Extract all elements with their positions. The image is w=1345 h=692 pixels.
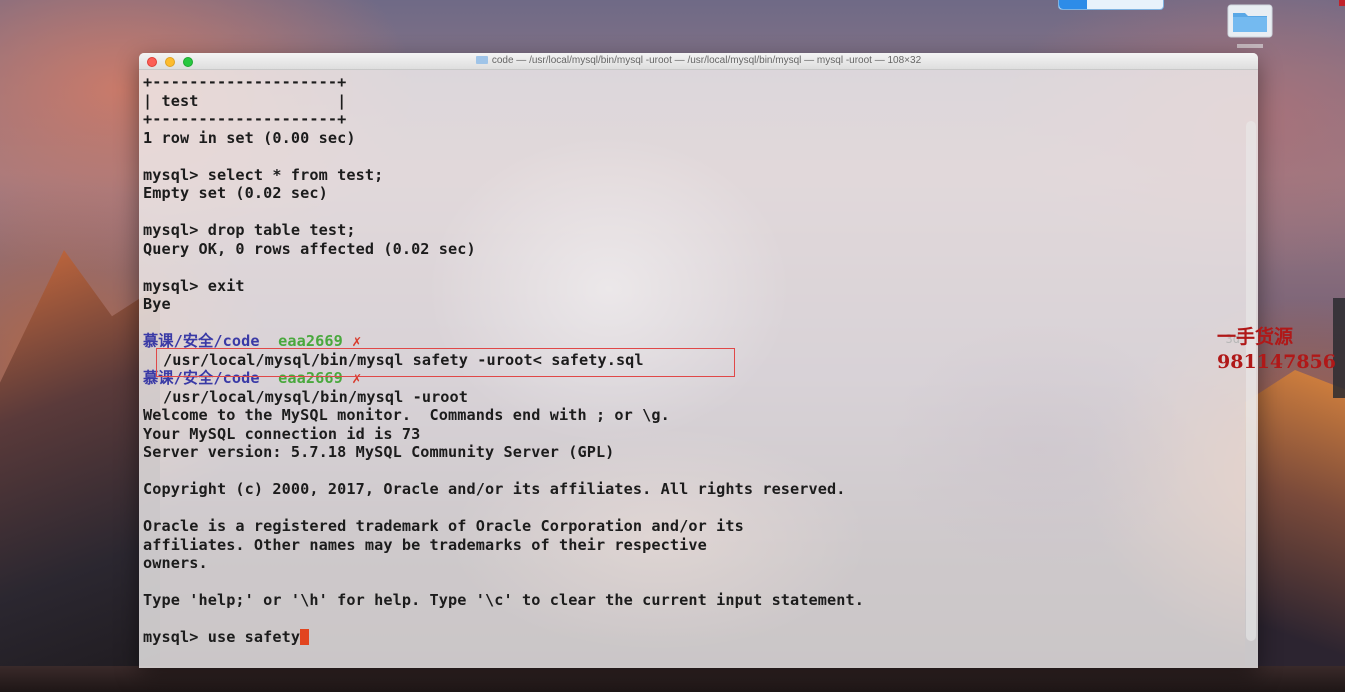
terminal-line: | test | [143,91,347,110]
highlight-annotation-box [156,348,735,377]
corner-indicator [1339,0,1345,6]
watermark-line1: 一手货源 [1217,326,1294,348]
terminal-line: mysql> exit [143,276,245,295]
terminal-line: Oracle is a registered trademark of Orac… [143,517,744,535]
wallpaper-mountain-right [1245,370,1345,692]
window-title: code — /usr/local/mysql/bin/mysql -uroot… [139,55,1258,66]
terminal-line: affiliates. Other names may be trademark… [143,535,707,554]
shell-command-line: /usr/local/mysql/bin/mysql -uroot [143,388,1244,407]
terminal-line: 1 row in set (0.00 sec) [143,128,356,147]
window-title-text: code — /usr/local/mysql/bin/mysql -uroot… [491,55,922,66]
wallpaper-mountain-left [0,250,160,692]
terminal-input-line[interactable]: mysql> use safety [143,628,1244,647]
terminal-line: owners. [143,554,208,572]
terminal-line: Copyright (c) 2000, 2017, Oracle and/or … [143,480,846,498]
text-cursor [300,629,310,645]
folder-label [1237,44,1263,48]
wallpaper-bottom [0,666,1345,692]
terminal-window[interactable]: code — /usr/local/mysql/bin/mysql -uroot… [139,53,1258,668]
terminal-scrollbar[interactable] [1246,121,1256,641]
folder-icon[interactable] [1227,4,1273,38]
terminal-line: Your MySQL connection id is 73 [143,424,421,443]
terminal-line: Empty set (0.02 sec) [143,184,328,202]
terminal-line: Welcome to the MySQL monitor. Commands e… [143,406,670,424]
terminal-line: Query OK, 0 rows affected (0.02 sec) [143,239,476,258]
watermark-line2: 981147856 [1217,351,1336,373]
input-text[interactable]: mysql> use safety [143,628,300,646]
terminal-line: +--------------------+ [143,73,347,91]
title-folder-icon [475,56,488,64]
terminal-line: Bye [143,295,171,313]
command-text: /usr/local/mysql/bin/mysql -uroot [163,387,469,406]
watermark: 一手货源 981147856 [1217,325,1336,375]
title-bar[interactable]: code — /usr/local/mysql/bin/mysql -uroot… [139,53,1258,70]
terminal-line: mysql> drop table test; [143,221,356,239]
terminal-line: Server version: 5.7.18 MySQL Community S… [143,443,615,461]
terminal-line: Type 'help;' or '\h' for help. Type '\c'… [143,591,865,609]
terminal-line: mysql> select * from test; [143,165,384,184]
top-status-badge [1058,0,1164,10]
terminal-line: +--------------------+ [143,110,347,128]
